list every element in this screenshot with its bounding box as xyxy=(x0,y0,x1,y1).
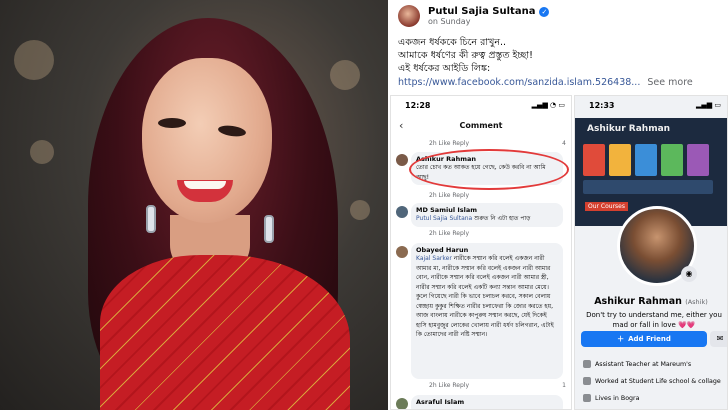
highlight-circle xyxy=(409,149,569,190)
profile-nickname: (Ashik) xyxy=(685,298,708,306)
commenter-name[interactable]: Obayed Harun xyxy=(416,246,558,254)
info-row: Lives in Bogra xyxy=(583,394,640,402)
profile-name: Ashikur Rahman (Ashik) xyxy=(594,296,708,307)
add-friend-icon: ＋ xyxy=(617,335,625,343)
profile-link[interactable]: https://www.facebook.com/sanzida.islam.5… xyxy=(398,77,640,88)
comment-meta[interactable]: 2h Like Reply xyxy=(429,192,469,199)
news-screenshot: Putul Sajia Sultana ✓ on Sunday একজন ধর্… xyxy=(0,0,728,410)
comment-meta[interactable]: 2h Like Reply xyxy=(429,230,469,237)
reaction-count[interactable]: 1 xyxy=(562,382,566,389)
status-time: 12:28 xyxy=(405,101,431,110)
commenter-avatar[interactable] xyxy=(396,398,408,409)
comment-meta[interactable]: 2h Like Reply xyxy=(429,382,469,389)
author-name[interactable]: Putul Sajia Sultana xyxy=(428,6,535,17)
camera-icon[interactable]: ◉ xyxy=(681,266,697,282)
see-more-link[interactable]: See more xyxy=(647,77,692,88)
briefcase-icon xyxy=(583,360,591,368)
profile-bio: Don't try to understand me, either you m… xyxy=(586,311,722,329)
earring-left xyxy=(146,205,156,233)
status-icons: ▂▄▆ ◔ ▭ xyxy=(531,101,565,109)
comment-meta[interactable]: 2h Like Reply xyxy=(429,140,469,147)
comment-text: Putul Sajia Sultana শুরুত নি এটা হাত পাড… xyxy=(416,215,531,222)
info-row: Assistant Teacher at Mareum's xyxy=(583,360,691,368)
commenter-avatar[interactable] xyxy=(396,154,408,166)
reaction-count[interactable]: 4 xyxy=(562,140,566,147)
post-time[interactable]: on Sunday xyxy=(428,17,549,26)
commenter-avatar[interactable] xyxy=(396,246,408,258)
status-icons: ▂▄▆ ▭ xyxy=(696,101,721,109)
info-row: Worked at Student Life school & collage xyxy=(583,377,721,385)
comments-title: Comment xyxy=(459,121,503,130)
commenter-avatar[interactable] xyxy=(396,206,408,218)
portrait-photo xyxy=(0,0,388,410)
post-line: আমাকে ধর্ষণের কী রুত্ব প্রস্তুত ইচ্ছা! xyxy=(398,50,533,61)
author-avatar[interactable] xyxy=(398,5,420,27)
earring-right xyxy=(264,215,274,243)
verified-icon: ✓ xyxy=(539,6,550,17)
post-link-row: https://www.facebook.com/sanzida.islam.5… xyxy=(398,77,693,88)
comment-bubble: MD Samiul Islam Putul Sajia Sultana শুরু… xyxy=(411,203,563,227)
comment-text: Kajal Sarker নারীকে সম্মান করি বলেই একজন… xyxy=(416,255,554,338)
comment-bubble: Asraful Islam xyxy=(411,395,563,409)
post-line: একজন ধর্ষককে চিনে রাখুন.. xyxy=(398,37,507,48)
cover-title: Ashikur Rahman xyxy=(587,124,671,134)
messenger-icon[interactable]: ✉ xyxy=(710,331,727,347)
post-text: একজন ধর্ষককে চিনে রাখুন.. আমাকে ধর্ষণের … xyxy=(398,36,723,75)
commenter-name[interactable]: Asraful Islam xyxy=(416,398,558,406)
mention-tag[interactable]: Kajal Sarker xyxy=(416,255,452,262)
commenter-name[interactable]: MD Samiul Islam xyxy=(416,206,558,214)
briefcase-icon xyxy=(583,377,591,385)
post-line: এই ধর্ষকের আইডি লিঙ্ক: xyxy=(398,63,491,74)
home-icon xyxy=(583,394,591,402)
facebook-post: Putul Sajia Sultana ✓ on Sunday একজন ধর্… xyxy=(388,0,728,410)
mention-tag[interactable]: Putul Sajia Sultana xyxy=(416,215,472,222)
add-friend-button[interactable]: ＋ Add Friend xyxy=(581,331,707,347)
comment-bubble: Obayed Harun Kajal Sarker নারীকে সম্মান … xyxy=(411,243,563,379)
status-time: 12:33 xyxy=(589,101,615,110)
comments-screenshot: 12:28 ▂▄▆ ◔ ▭ ‹ Comment 2h Like Reply 4 … xyxy=(390,95,572,410)
post-header: Putul Sajia Sultana ✓ on Sunday xyxy=(398,4,550,28)
profile-screenshot: 12:33 ▂▄▆ ▭ Ashikur Rahman Our Courses ◉… xyxy=(574,95,728,410)
comments-top-bar: ‹ Comment xyxy=(391,118,571,136)
cover-label: Our Courses xyxy=(585,202,628,211)
